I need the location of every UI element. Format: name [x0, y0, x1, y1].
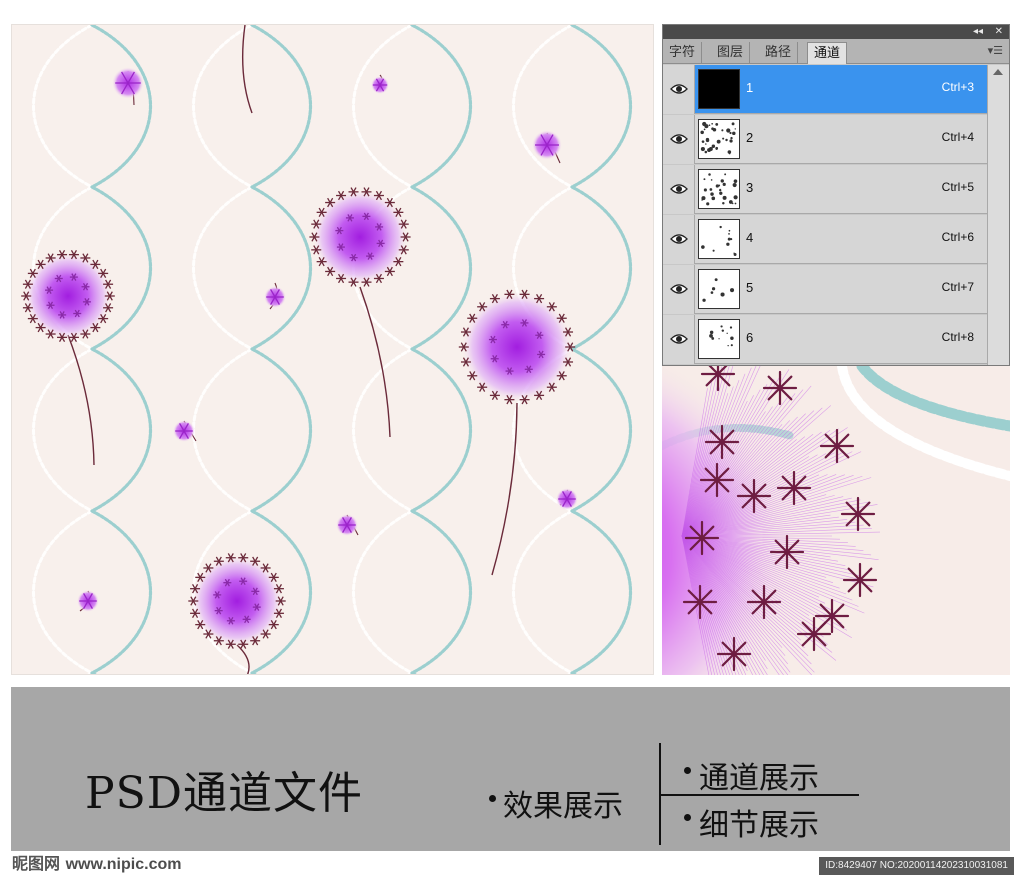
- channel-name: 1: [746, 80, 754, 95]
- eye-icon: [670, 334, 688, 344]
- tab-layers[interactable]: 图层: [711, 42, 751, 64]
- bullet-dot-icon: [684, 767, 691, 774]
- visibility-toggle[interactable]: [663, 115, 695, 164]
- scroll-up-arrow-icon[interactable]: [993, 69, 1003, 75]
- channel-shortcut: Ctrl+8: [941, 330, 974, 344]
- channel-shortcut: Ctrl+3: [941, 80, 974, 94]
- visibility-toggle[interactable]: [663, 265, 695, 314]
- channel-name: 3: [746, 180, 754, 195]
- channel-shortcut: Ctrl+4: [941, 130, 974, 144]
- channel-name: 6: [746, 330, 754, 345]
- effect-showcase-label: 效果展示: [503, 789, 623, 824]
- bullet-dot-icon: [684, 814, 691, 821]
- channel-name: 5: [746, 280, 754, 295]
- channel-row[interactable]: 3 Ctrl+5: [663, 165, 987, 214]
- channel-row[interactable]: 2 Ctrl+4: [663, 115, 987, 164]
- footer-strip: 昵图网 www.nipic.com ID:8429407 NO:20200114…: [0, 851, 1024, 877]
- channel-thumbnail: [698, 169, 740, 209]
- eye-icon: [670, 184, 688, 194]
- channels-panel: ◂◂ ✕ 字符 图层 路径 通道 ▾☰ 1 Ctrl+3 2 Ctrl+4 3 …: [662, 24, 1010, 366]
- channel-thumbnail: [698, 219, 740, 259]
- channel-thumbnail: [698, 319, 740, 359]
- info-banner: PSD通道文件 效果展示 通道展示 细节展示: [11, 687, 1010, 851]
- channel-row[interactable]: 5 Ctrl+7: [663, 265, 987, 314]
- image-id-badge: ID:8429407 NO:20200114202310031081: [819, 857, 1014, 875]
- eye-icon: [670, 234, 688, 244]
- detail-zoom-view: [662, 366, 1010, 675]
- channel-thumbnail: [698, 119, 740, 159]
- panel-tab-bar: 字符 图层 路径 通道 ▾☰: [663, 39, 1009, 64]
- site-logo[interactable]: 昵图网 www.nipic.com: [12, 851, 181, 877]
- channel-thumbnail: [698, 69, 740, 109]
- panel-menu-icon[interactable]: ▾☰: [988, 44, 1003, 57]
- channel-shortcut: Ctrl+6: [941, 230, 974, 244]
- channel-shortcut: Ctrl+5: [941, 180, 974, 194]
- logo-text: 昵图网: [12, 854, 61, 873]
- eye-icon: [670, 134, 688, 144]
- visibility-toggle[interactable]: [663, 315, 695, 364]
- pattern-preview: [11, 24, 654, 675]
- channel-list: 1 Ctrl+3 2 Ctrl+4 3 Ctrl+5 4 Ctrl+6 5 Ct…: [663, 65, 987, 365]
- tab-character[interactable]: 字符: [663, 42, 703, 64]
- visibility-toggle[interactable]: [663, 65, 695, 114]
- channel-row[interactable]: 6 Ctrl+8: [663, 315, 987, 364]
- visibility-toggle[interactable]: [663, 165, 695, 214]
- channel-shortcut: Ctrl+7: [941, 280, 974, 294]
- panel-scrollbar[interactable]: [987, 65, 1009, 365]
- channel-name: 4: [746, 230, 754, 245]
- banner-title: PSD通道文件: [85, 768, 364, 819]
- channel-row[interactable]: 1 Ctrl+3: [663, 65, 987, 114]
- bullet-dot-icon: [489, 795, 496, 802]
- site-url: www.nipic.com: [65, 856, 182, 873]
- visibility-toggle[interactable]: [663, 215, 695, 264]
- channel-name: 2: [746, 130, 754, 145]
- tab-paths[interactable]: 路径: [759, 42, 799, 64]
- eye-icon: [670, 284, 688, 294]
- channel-row[interactable]: 4 Ctrl+6: [663, 215, 987, 264]
- tab-channels[interactable]: 通道: [807, 42, 848, 64]
- channel-thumbnail: [698, 269, 740, 309]
- panel-titlebar: ◂◂ ✕: [663, 25, 1009, 39]
- eye-icon: [670, 84, 688, 94]
- dandelion-pattern-artwork: [21, 25, 632, 674]
- channel-showcase-label: 通道展示: [699, 761, 819, 796]
- collapse-panel-button[interactable]: ◂◂: [973, 25, 983, 39]
- zoomed-dandelion-artwork: [662, 366, 1010, 675]
- close-panel-button[interactable]: ✕: [995, 25, 1003, 39]
- detail-showcase-label: 细节展示: [699, 808, 819, 843]
